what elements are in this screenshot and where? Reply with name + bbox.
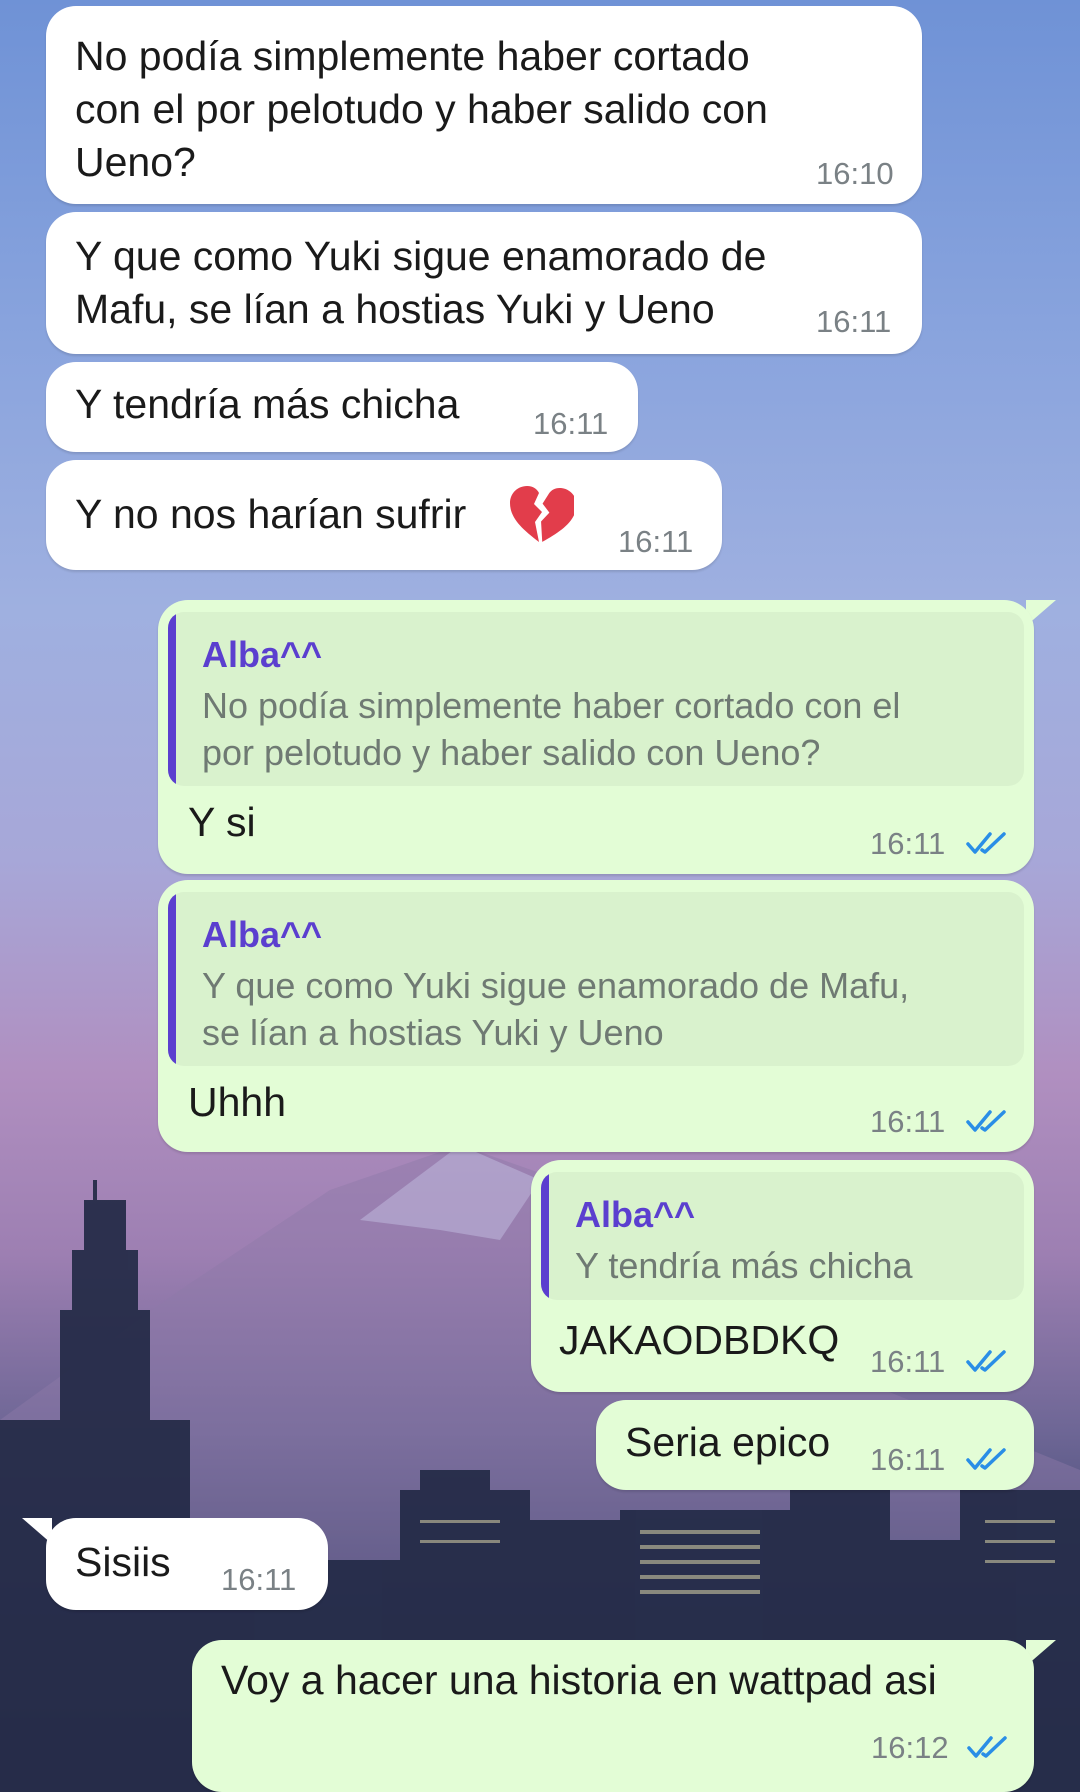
message-timestamp: 16:11 (533, 406, 609, 441)
message-timestamp: 16:12 (871, 1730, 949, 1765)
reply-quote[interactable]: Alba^^ Y tendría más chicha (541, 1172, 1024, 1300)
message-timestamp: 16:11 (870, 1104, 946, 1139)
message-bubble-incoming[interactable]: Y tendría más chicha 16:11 (46, 362, 638, 452)
message-bubble-incoming[interactable]: Y no nos harían sufrir 16:11 (46, 460, 722, 570)
message-timestamp: 16:11 (618, 524, 694, 559)
reply-quote-author: Alba^^ (575, 1194, 696, 1235)
reply-quote-text-line: se lían a hostias Yuki y Ueno (202, 1012, 664, 1053)
message-text-line: Y tendría más chicha (75, 381, 460, 427)
message-text-line: Y si (188, 799, 256, 845)
read-ticks-icon (966, 832, 1006, 854)
message-bubble-outgoing[interactable]: Alba^^ Y que como Yuki sigue enamorado d… (158, 880, 1034, 1152)
message-bubble-outgoing[interactable]: Alba^^ Y tendría más chicha JAKAODBDKQ 1… (531, 1160, 1034, 1392)
read-ticks-icon (966, 1110, 1006, 1132)
message-timestamp: 16:11 (816, 304, 892, 339)
message-bubble-incoming[interactable]: Sisiis 16:11 (46, 1518, 328, 1610)
message-text-line: Uhhh (188, 1079, 287, 1125)
reply-quote-accent-bar (541, 1172, 549, 1300)
message-text-line: Seria epico (625, 1419, 831, 1465)
reply-quote-accent-bar (168, 612, 176, 786)
broken-heart-icon (510, 486, 574, 542)
reply-quote-text-line: por pelotudo y haber salido con Ueno? (202, 732, 821, 773)
reply-quote-text-line: Y que como Yuki sigue enamorado de Mafu, (202, 965, 910, 1006)
message-timestamp: 16:10 (816, 156, 894, 191)
message-timestamp: 16:11 (870, 1344, 946, 1379)
message-bubble-outgoing[interactable]: Alba^^ No podía simplemente haber cortad… (158, 600, 1034, 874)
reply-quote-author: Alba^^ (202, 914, 323, 955)
message-text-line: Y que como Yuki sigue enamorado de (75, 233, 767, 279)
message-text-line: JAKAODBDKQ (559, 1317, 840, 1363)
read-ticks-icon (966, 1350, 1006, 1372)
message-text-line: Mafu, se lían a hostias Yuki y Ueno (75, 286, 715, 332)
message-text-line: Voy a hacer una historia en wattpad asi (221, 1657, 937, 1703)
read-ticks-icon (967, 1736, 1007, 1758)
reply-quote-text-line: Y tendría más chicha (575, 1245, 913, 1286)
message-text-line: con el por pelotudo y haber salido con (75, 86, 768, 132)
message-timestamp: 16:11 (221, 1562, 297, 1597)
message-timestamp: 16:11 (870, 826, 946, 861)
read-ticks-icon (966, 1448, 1006, 1470)
reply-quote[interactable]: Alba^^ Y que como Yuki sigue enamorado d… (168, 892, 1024, 1066)
message-bubble-outgoing[interactable]: Voy a hacer una historia en wattpad asi … (192, 1640, 1034, 1792)
reply-quote-text-line: No podía simplemente haber cortado con e… (202, 685, 901, 726)
reply-quote[interactable]: Alba^^ No podía simplemente haber cortad… (168, 612, 1024, 786)
message-text-line: Y no nos harían sufrir (75, 491, 467, 537)
reply-quote-author: Alba^^ (202, 634, 323, 675)
message-bubble-incoming[interactable]: Y que como Yuki sigue enamorado de Mafu,… (46, 212, 922, 354)
message-text-line: No podía simplemente haber cortado (75, 33, 750, 79)
reply-quote-accent-bar (168, 892, 176, 1066)
message-text-line: Sisiis (75, 1539, 171, 1585)
message-text-line: Ueno? (75, 139, 196, 185)
message-timestamp: 16:11 (870, 1442, 946, 1477)
message-bubble-outgoing[interactable]: Seria epico 16:11 (596, 1400, 1034, 1490)
message-bubble-incoming[interactable]: No podía simplemente haber cortado con e… (46, 6, 922, 204)
